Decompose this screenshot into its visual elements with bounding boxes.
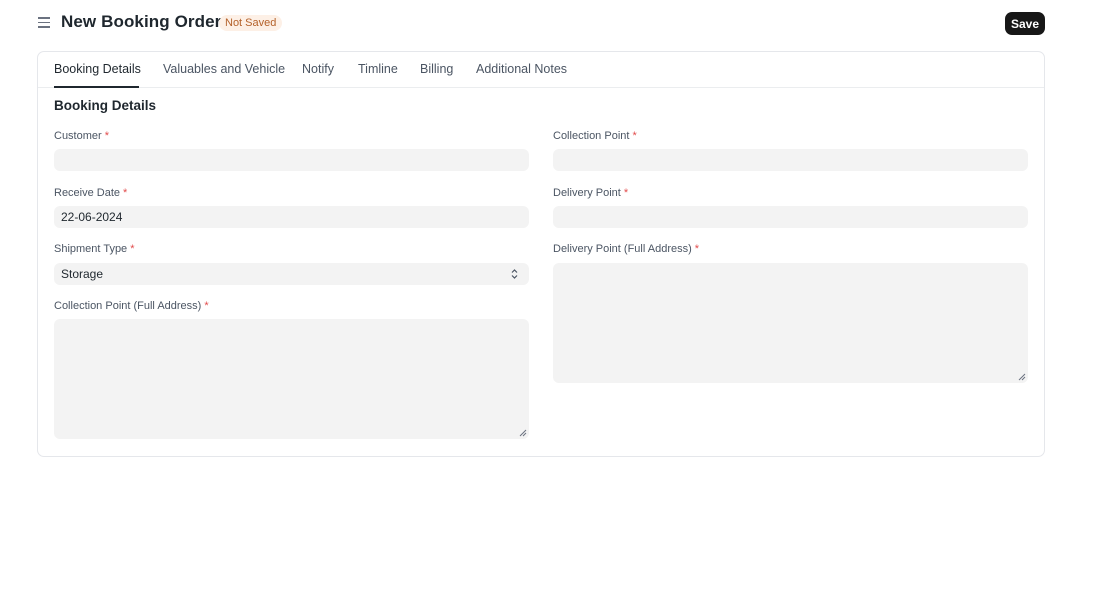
shipment-type-label: Shipment Type *: [54, 243, 135, 255]
receive-date-input[interactable]: 22-06-2024: [54, 206, 529, 228]
form-card: Booking Details Valuables and Vehicle No…: [37, 51, 1045, 457]
delivery-point-label: Delivery Point *: [553, 187, 629, 199]
tab-booking-details[interactable]: Booking Details: [54, 62, 141, 76]
collection-point-full-address-textarea[interactable]: [54, 319, 529, 439]
tab-billing[interactable]: Billing: [420, 62, 453, 76]
required-asterisk: *: [123, 187, 128, 199]
resize-grip-icon[interactable]: [1018, 373, 1026, 381]
hamburger-menu-icon[interactable]: [38, 16, 51, 28]
shipment-type-value: Storage: [61, 267, 104, 281]
required-asterisk: *: [632, 130, 637, 142]
save-button[interactable]: Save: [1005, 12, 1045, 35]
collection-point-full-address-label: Collection Point (Full Address) *: [54, 300, 209, 312]
status-badge: Not Saved: [219, 15, 283, 31]
customer-label: Customer *: [54, 130, 109, 142]
required-asterisk: *: [130, 243, 135, 255]
tab-additional-notes[interactable]: Additional Notes: [476, 62, 567, 76]
section-title: Booking Details: [54, 98, 157, 113]
required-asterisk: *: [204, 300, 209, 312]
receive-date-label: Receive Date *: [54, 187, 128, 199]
page-header: New Booking Order Not Saved Save: [0, 0, 1100, 46]
shipment-type-select[interactable]: Storage: [54, 263, 529, 285]
chevron-up-down-icon: [511, 269, 518, 279]
delivery-point-full-address-label: Delivery Point (Full Address) *: [553, 243, 700, 255]
delivery-point-input[interactable]: [553, 206, 1028, 228]
page-title: New Booking Order: [61, 12, 222, 31]
page: New Booking Order Not Saved Save Booking…: [0, 0, 1100, 599]
tab-timline[interactable]: Timline: [358, 62, 398, 76]
delivery-point-full-address-textarea[interactable]: [553, 263, 1028, 383]
collection-point-input[interactable]: [553, 149, 1028, 171]
tab-bar: Booking Details Valuables and Vehicle No…: [38, 52, 1044, 88]
tab-valuables-and-vehicle[interactable]: Valuables and Vehicle: [163, 62, 285, 76]
customer-input[interactable]: [54, 149, 529, 171]
required-asterisk: *: [623, 187, 629, 199]
tab-notify[interactable]: Notify: [302, 62, 334, 76]
required-asterisk: *: [694, 243, 700, 255]
active-tab-indicator: [54, 86, 139, 88]
resize-grip-icon[interactable]: [519, 429, 527, 437]
collection-point-label: Collection Point *: [553, 130, 637, 142]
required-asterisk: *: [104, 130, 109, 142]
